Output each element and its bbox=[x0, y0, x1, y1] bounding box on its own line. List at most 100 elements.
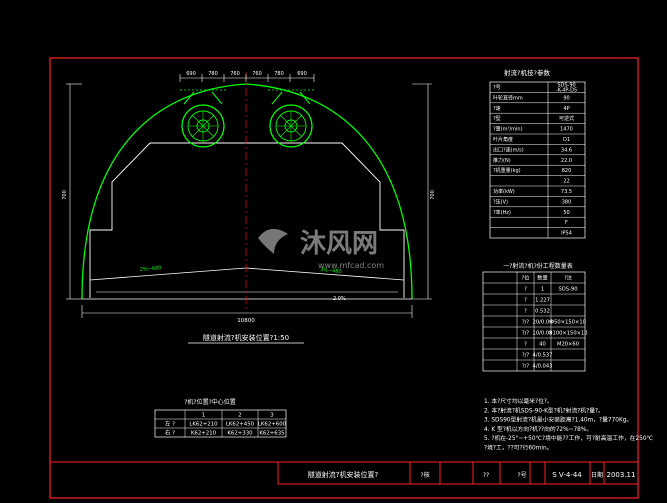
qty-cell: 4/0.043 bbox=[533, 364, 553, 370]
fan-param-value: 34.6 bbox=[561, 147, 572, 153]
qty-cell: 40 bbox=[539, 342, 546, 348]
jet-fan-right bbox=[268, 89, 314, 148]
fan-param-value: 73.5 bbox=[561, 189, 572, 195]
top-dim-5: 780 bbox=[274, 71, 284, 77]
qty-cell: 1 bbox=[541, 287, 544, 293]
left-dim: 700 bbox=[62, 190, 68, 200]
center-header-cell: 3 bbox=[270, 413, 273, 419]
fan-param-value: 90 bbox=[563, 95, 569, 101]
top-dimension-chain bbox=[179, 74, 315, 82]
fan-param-value: 380 bbox=[562, 199, 572, 205]
bottom-dimension bbox=[81, 305, 413, 318]
qty-cell: ?/? bbox=[522, 320, 530, 326]
watermark-brand: 沐风网 bbox=[300, 229, 378, 259]
fan-param-value: SDS-90 -K-4P-D5 bbox=[556, 83, 577, 94]
note-line: ?境?工，??可?行60min。 bbox=[484, 444, 552, 452]
title-block-date-label: 日期 bbox=[591, 471, 603, 479]
fan-param-name: ?量(m³/min) bbox=[493, 126, 523, 133]
center-cell: K62+210 bbox=[191, 431, 217, 437]
qty-cell: 1.227 bbox=[535, 298, 550, 304]
qty-cell: ?/? bbox=[522, 331, 530, 337]
center-header-cell: 2 bbox=[238, 413, 241, 419]
fan-param-name: 出口?速(m/s) bbox=[493, 146, 524, 153]
cad-drawing: 690 780 760 760 780 690 700 700 10800 2%… bbox=[49, 57, 654, 499]
fan-param-name: ?号 bbox=[493, 85, 501, 91]
qty-header-cell: ?位 bbox=[522, 274, 530, 282]
title-block-cell-1: ?核 bbox=[420, 471, 429, 479]
note-line: 1. 本?尺寸均以毫米?位?。 bbox=[484, 397, 553, 405]
clearance-outline bbox=[89, 142, 405, 298]
slope-bottom-label: 2.0% bbox=[333, 296, 346, 302]
fan-param-name: ?率(Hz) bbox=[493, 209, 511, 216]
watermark: 沐风网 www.mfcad.com bbox=[258, 228, 384, 270]
qty-cell: ? bbox=[524, 309, 527, 315]
note-line: 3. SDS90型射流?机最小安装距离?1.40m，?量770Kg。 bbox=[484, 416, 632, 424]
bottom-dim: 10800 bbox=[237, 318, 255, 324]
qty-cell: ?/? bbox=[522, 353, 530, 359]
fan-param-name: 功率(kW) bbox=[493, 188, 515, 195]
qty-cell: ?/? bbox=[522, 364, 530, 370]
qty-cell: ? bbox=[524, 342, 527, 348]
center-header-cell: 1 bbox=[202, 413, 205, 419]
title-block-date: 2003.11 bbox=[607, 471, 636, 479]
note-line: 5. ?机在-25°~+50℃?境中能??工作，可?耐高温工作，在250℃ bbox=[484, 434, 654, 442]
jet-fan-left bbox=[180, 89, 226, 148]
fan-param-name: 叶片角度 bbox=[493, 136, 513, 143]
qty-cell: 0.532 bbox=[535, 309, 550, 315]
top-dim-1: 690 bbox=[186, 71, 196, 77]
fan-param-name: ?速 bbox=[493, 106, 501, 112]
install-qty-title: 一?射流?机?份工程数量表 bbox=[503, 262, 573, 270]
fan-param-name: ?型 bbox=[493, 115, 501, 122]
watermark-url: www.mfcad.com bbox=[318, 261, 384, 270]
fan-param-value: 50 bbox=[563, 210, 569, 216]
qty-cell: SDS-90 bbox=[558, 287, 577, 293]
right-dim: 700 bbox=[430, 190, 436, 200]
center-cell: K62+635 bbox=[259, 431, 284, 437]
note-line: 4. K 型?机以方向?机??向的72%~78%。 bbox=[484, 425, 592, 433]
fan-params-title: 射流?机技?参数 bbox=[504, 68, 550, 77]
fan-param-value: 4P bbox=[563, 106, 569, 112]
slope-left-label: 2%~680 bbox=[140, 265, 162, 273]
qty-header-cell: 数量 bbox=[537, 274, 547, 282]
fan-param-name: ?压(V) bbox=[493, 199, 508, 205]
fan-param-name: 推力(N) bbox=[493, 157, 511, 164]
title-block-sheet: S V-4-44 bbox=[552, 471, 582, 479]
fan-param-value: 820 bbox=[562, 168, 572, 174]
top-dim-4: 760 bbox=[252, 71, 262, 77]
center-cell: LK62+450 bbox=[226, 422, 255, 428]
title-block-name: 隧道射流?机安装位置? bbox=[308, 470, 379, 479]
title-block-cell-2: ?? bbox=[483, 472, 489, 479]
fan-param-value: IP54 bbox=[561, 231, 572, 237]
fan-param-value: 22 bbox=[563, 179, 569, 185]
qty-cell: ? bbox=[524, 298, 527, 304]
center-position-table: 1 2 3 左 ? LK62+210 LK62+450 LK62+600 右 ? K62+210… bbox=[154, 409, 287, 438]
road-slope-left bbox=[89, 267, 247, 281]
notes-block: 1. 本?尺寸均以毫米?位?。2. 本?射流?机SDS-90-K型?机?射流?机… bbox=[484, 397, 654, 452]
qty-header-cell: ?注 bbox=[564, 274, 572, 282]
fan-param-value: F bbox=[565, 220, 568, 226]
center-cell: LK62+210 bbox=[189, 422, 218, 428]
center-cell: 右 ? bbox=[165, 429, 175, 437]
qty-cell: M20×60 bbox=[557, 342, 579, 348]
title-block-cell-3: ?号 bbox=[517, 472, 526, 479]
center-cell: K62+330 bbox=[227, 431, 253, 437]
fan-param-name: 叶轮直径mm bbox=[493, 94, 523, 101]
fan-params-table: ?号 SDS-90 -K-4P-D5 叶轮直径mm 90 ?速 4P ?型 可逆式 ?量(m³/m… bbox=[489, 81, 586, 239]
fan-param-value: 可逆式 bbox=[559, 115, 574, 122]
qty-cell: Φ50×150×10 bbox=[550, 320, 586, 326]
note-line: 2. 本?射流?机SDS-90-K型?机?射流?机?量?。 bbox=[484, 406, 604, 414]
qty-cell: Φ100×150×10 bbox=[548, 331, 587, 337]
top-dim-6: 690 bbox=[297, 71, 307, 77]
top-dim-3: 760 bbox=[230, 71, 240, 77]
drawing-caption: 隧道射流?机安装位置?1:50 bbox=[203, 333, 289, 342]
fan-param-name: ?机重量(kg) bbox=[493, 167, 521, 174]
fan-param-value: 1470 bbox=[560, 127, 573, 133]
qty-cell: ? bbox=[524, 287, 527, 293]
install-qty-table: ?位 数量 ?注? 1 SDS-90? 1.227? 0.532?/? 20/0.06Φ50×… bbox=[482, 271, 588, 372]
watermark-logo-icon bbox=[258, 228, 288, 254]
center-cell: LK62+600 bbox=[258, 422, 287, 428]
fan-param-value: D1 bbox=[563, 137, 570, 143]
center-cell: 左 ? bbox=[165, 420, 175, 428]
top-dim-2: 780 bbox=[208, 71, 218, 77]
qty-cell: 4/0.537 bbox=[533, 353, 553, 359]
